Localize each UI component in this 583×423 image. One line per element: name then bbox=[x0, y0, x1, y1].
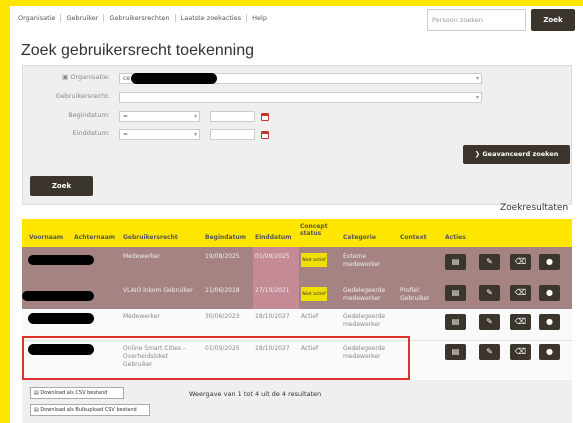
gebruikersrecht-select[interactable]: ▾ bbox=[119, 92, 482, 103]
user-icon[interactable]: ● bbox=[539, 314, 560, 330]
table-row[interactable]: Medewerker 19/08/2025 01/09/2025 Niet ac… bbox=[22, 247, 572, 283]
redaction bbox=[131, 73, 217, 84]
cell-gebruikersrecht: VLAIO Inkom Gebruiker bbox=[123, 287, 193, 294]
top-accent bbox=[0, 0, 583, 6]
gebruikersrecht-label: Gebruikersrecht: bbox=[55, 92, 110, 100]
chevron-down-icon: ▾ bbox=[193, 113, 197, 120]
status-badge: Niet actief bbox=[301, 287, 327, 301]
user-icon[interactable]: ● bbox=[539, 344, 560, 360]
cell-status: Actief bbox=[301, 313, 319, 320]
col-categorie[interactable]: Categorie bbox=[343, 234, 376, 241]
download-bulk-label: Download als Bulkupload CSV bestand bbox=[40, 407, 137, 413]
nav-organisatie[interactable]: Organisatie bbox=[13, 14, 62, 22]
trash-icon[interactable]: ⌫ bbox=[510, 314, 531, 330]
chevron-down-icon: ▾ bbox=[193, 131, 197, 138]
cell-gebruikersrecht: Medewerker bbox=[123, 253, 160, 260]
begindatum-operator[interactable]: = ▾ bbox=[119, 111, 200, 122]
cell-categorie: Gedelegeerde medewerker bbox=[343, 313, 386, 328]
redaction bbox=[28, 255, 94, 265]
advanced-search-button[interactable]: ❯ Geavanceerd zoeken bbox=[463, 145, 570, 164]
table-header: Voornaam Achternaam Gebruikersrecht Begi… bbox=[22, 219, 572, 247]
side-accent bbox=[0, 0, 10, 423]
calendar-icon[interactable] bbox=[261, 113, 269, 121]
cell-gebruikersrecht: Medewerker bbox=[123, 313, 160, 320]
file-icon: ▤ bbox=[34, 407, 39, 413]
redaction bbox=[28, 313, 94, 324]
cell-begindatum: 30/06/2023 bbox=[205, 313, 240, 320]
trash-icon[interactable]: ⌫ bbox=[510, 285, 531, 301]
cell-begindatum: 19/08/2025 bbox=[205, 253, 240, 260]
begindatum-input[interactable] bbox=[210, 111, 255, 122]
organisatie-label: ▣ Organisatie: bbox=[62, 73, 110, 81]
person-search-button[interactable]: Zoek bbox=[531, 9, 575, 31]
chevron-down-icon: ❯ bbox=[474, 150, 481, 158]
nav-laatste-zoekacties[interactable]: Laatste zoekacties bbox=[176, 14, 248, 22]
col-context[interactable]: Context bbox=[400, 234, 426, 241]
user-icon[interactable]: ● bbox=[539, 285, 560, 301]
table-row[interactable]: VLAIO Inkom Gebruiker 11/06/2018 27/10/2… bbox=[22, 283, 572, 309]
trash-icon[interactable]: ⌫ bbox=[510, 254, 531, 270]
trash-icon[interactable]: ⌫ bbox=[510, 344, 531, 360]
einddatum-input[interactable] bbox=[210, 129, 255, 140]
cell-einddatum: 01/09/2025 bbox=[255, 253, 290, 260]
download-csv-button[interactable]: ▤ Download als CSV bestand bbox=[30, 387, 124, 399]
document-icon[interactable]: ▤ bbox=[445, 285, 466, 301]
redaction bbox=[22, 291, 94, 301]
cell-context: Profiel: Gebruiker bbox=[400, 287, 430, 302]
download-bulk-button[interactable]: ▤ Download als Bulkupload CSV bestand bbox=[30, 404, 150, 416]
edit-icon[interactable]: ✎ bbox=[479, 254, 500, 270]
document-icon[interactable]: ▤ bbox=[445, 254, 466, 270]
edit-icon[interactable]: ✎ bbox=[479, 344, 500, 360]
nav-gebruikersrechten[interactable]: Gebruikersrechten bbox=[104, 14, 176, 22]
einddatum-operator-value: = bbox=[123, 131, 129, 138]
results-count: Weergave van 1 tot 4 uit de 4 resultaten bbox=[189, 390, 322, 398]
col-concept-status[interactable]: Concept status bbox=[300, 223, 330, 237]
col-einddatum[interactable]: Einddatum bbox=[255, 234, 291, 241]
cell-categorie: Externe medewerker bbox=[343, 253, 381, 268]
col-gebruikersrecht[interactable]: Gebruikersrecht bbox=[123, 234, 178, 241]
calendar-icon[interactable] bbox=[261, 131, 269, 139]
person-search-input[interactable]: Persoon zoeken bbox=[427, 9, 526, 31]
chevron-down-icon: ▾ bbox=[475, 94, 479, 101]
download-csv-label: Download als CSV bestand bbox=[40, 390, 108, 396]
cell-begindatum: 11/06/2018 bbox=[205, 287, 240, 294]
document-icon[interactable]: ▤ bbox=[445, 314, 466, 330]
page-title: Zoek gebruikersrecht toekenning bbox=[21, 42, 255, 59]
advanced-search-label: Geavanceerd zoeken bbox=[482, 150, 559, 158]
cell-einddatum: 27/10/2021 bbox=[255, 287, 290, 294]
einddatum-label: Einddatum: bbox=[72, 129, 110, 137]
chevron-down-icon: ▾ bbox=[475, 75, 479, 82]
nav-gebruiker[interactable]: Gebruiker bbox=[61, 14, 105, 22]
selection-highlight bbox=[22, 336, 410, 380]
edit-icon[interactable]: ✎ bbox=[479, 285, 500, 301]
cell-einddatum: 18/10/2027 bbox=[255, 313, 290, 320]
results-title: Zoekresultaten bbox=[500, 203, 569, 213]
search-button[interactable]: Zoek bbox=[30, 176, 93, 196]
organisatie-value: ce bbox=[123, 75, 130, 82]
main-nav: Organisatie Gebruiker Gebruikersrechten … bbox=[13, 14, 272, 22]
user-icon[interactable]: ● bbox=[539, 254, 560, 270]
nav-help[interactable]: Help bbox=[247, 14, 272, 22]
begindatum-operator-value: = bbox=[123, 113, 129, 120]
status-badge: Niet actief bbox=[301, 253, 327, 267]
cell-categorie: Gedelegeerde medewerker bbox=[343, 287, 386, 302]
col-begindatum[interactable]: Begindatum bbox=[205, 234, 246, 241]
begindatum-label: Begindatum: bbox=[68, 111, 110, 119]
file-icon: ▤ bbox=[34, 390, 39, 396]
col-voornaam[interactable]: Voornaam bbox=[29, 234, 63, 241]
document-icon[interactable]: ▤ bbox=[445, 344, 466, 360]
col-achternaam[interactable]: Achternaam bbox=[74, 234, 115, 241]
col-acties: Acties bbox=[445, 234, 466, 241]
edit-icon[interactable]: ✎ bbox=[479, 314, 500, 330]
einddatum-operator[interactable]: = ▾ bbox=[119, 129, 200, 140]
